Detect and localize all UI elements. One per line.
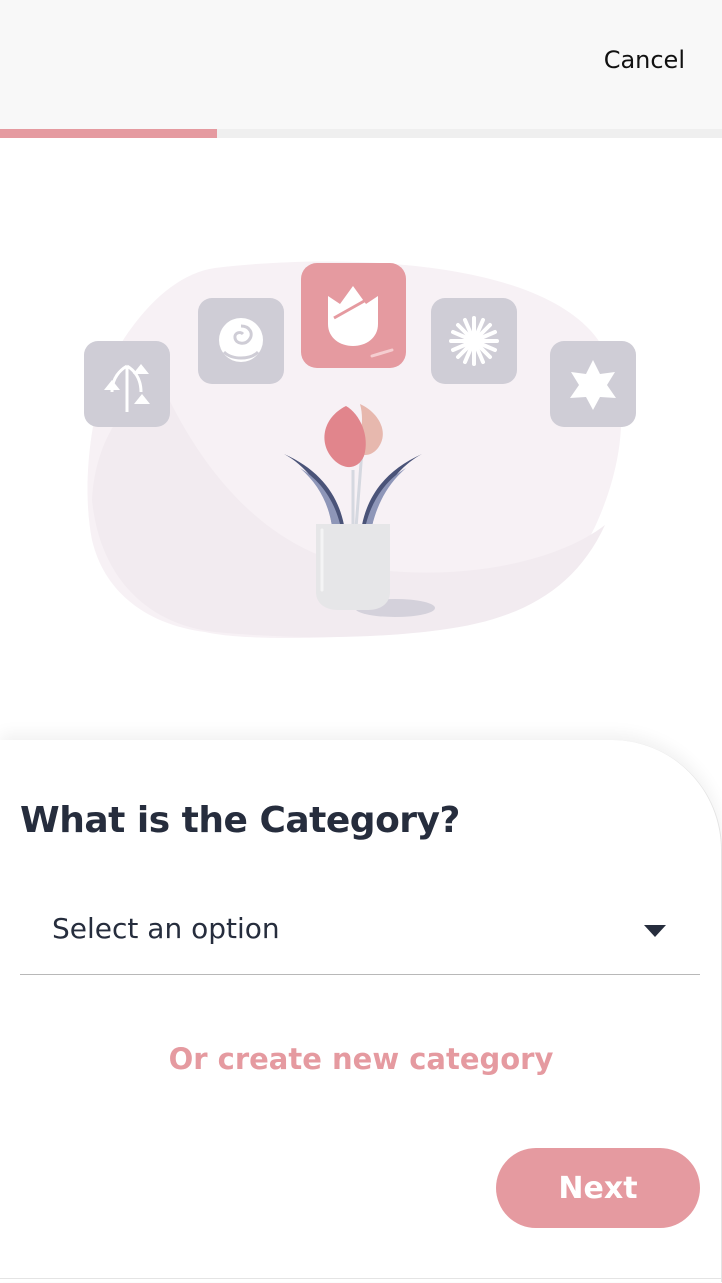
tulip-icon xyxy=(301,263,406,368)
next-button[interactable]: Next xyxy=(496,1148,700,1228)
cancel-button[interactable]: Cancel xyxy=(604,46,685,74)
progress-bar xyxy=(0,129,722,138)
hibiscus-icon xyxy=(550,341,636,427)
bottom-divider xyxy=(0,1278,722,1283)
bottom-sheet: What is the Category? Select an option O… xyxy=(0,740,722,1282)
daisy-icon xyxy=(431,298,517,384)
category-question: What is the Category? xyxy=(20,800,460,841)
bellflower-icon xyxy=(84,341,170,427)
category-illustration xyxy=(84,261,636,638)
chevron-down-icon xyxy=(644,925,666,937)
category-select[interactable]: Select an option xyxy=(20,890,700,975)
vase xyxy=(316,524,390,610)
rose-icon xyxy=(198,298,284,384)
category-select-value: Select an option xyxy=(52,912,280,945)
create-category-link[interactable]: Or create new category xyxy=(0,1042,722,1076)
header: Cancel xyxy=(0,0,722,130)
progress-fill xyxy=(0,129,217,138)
